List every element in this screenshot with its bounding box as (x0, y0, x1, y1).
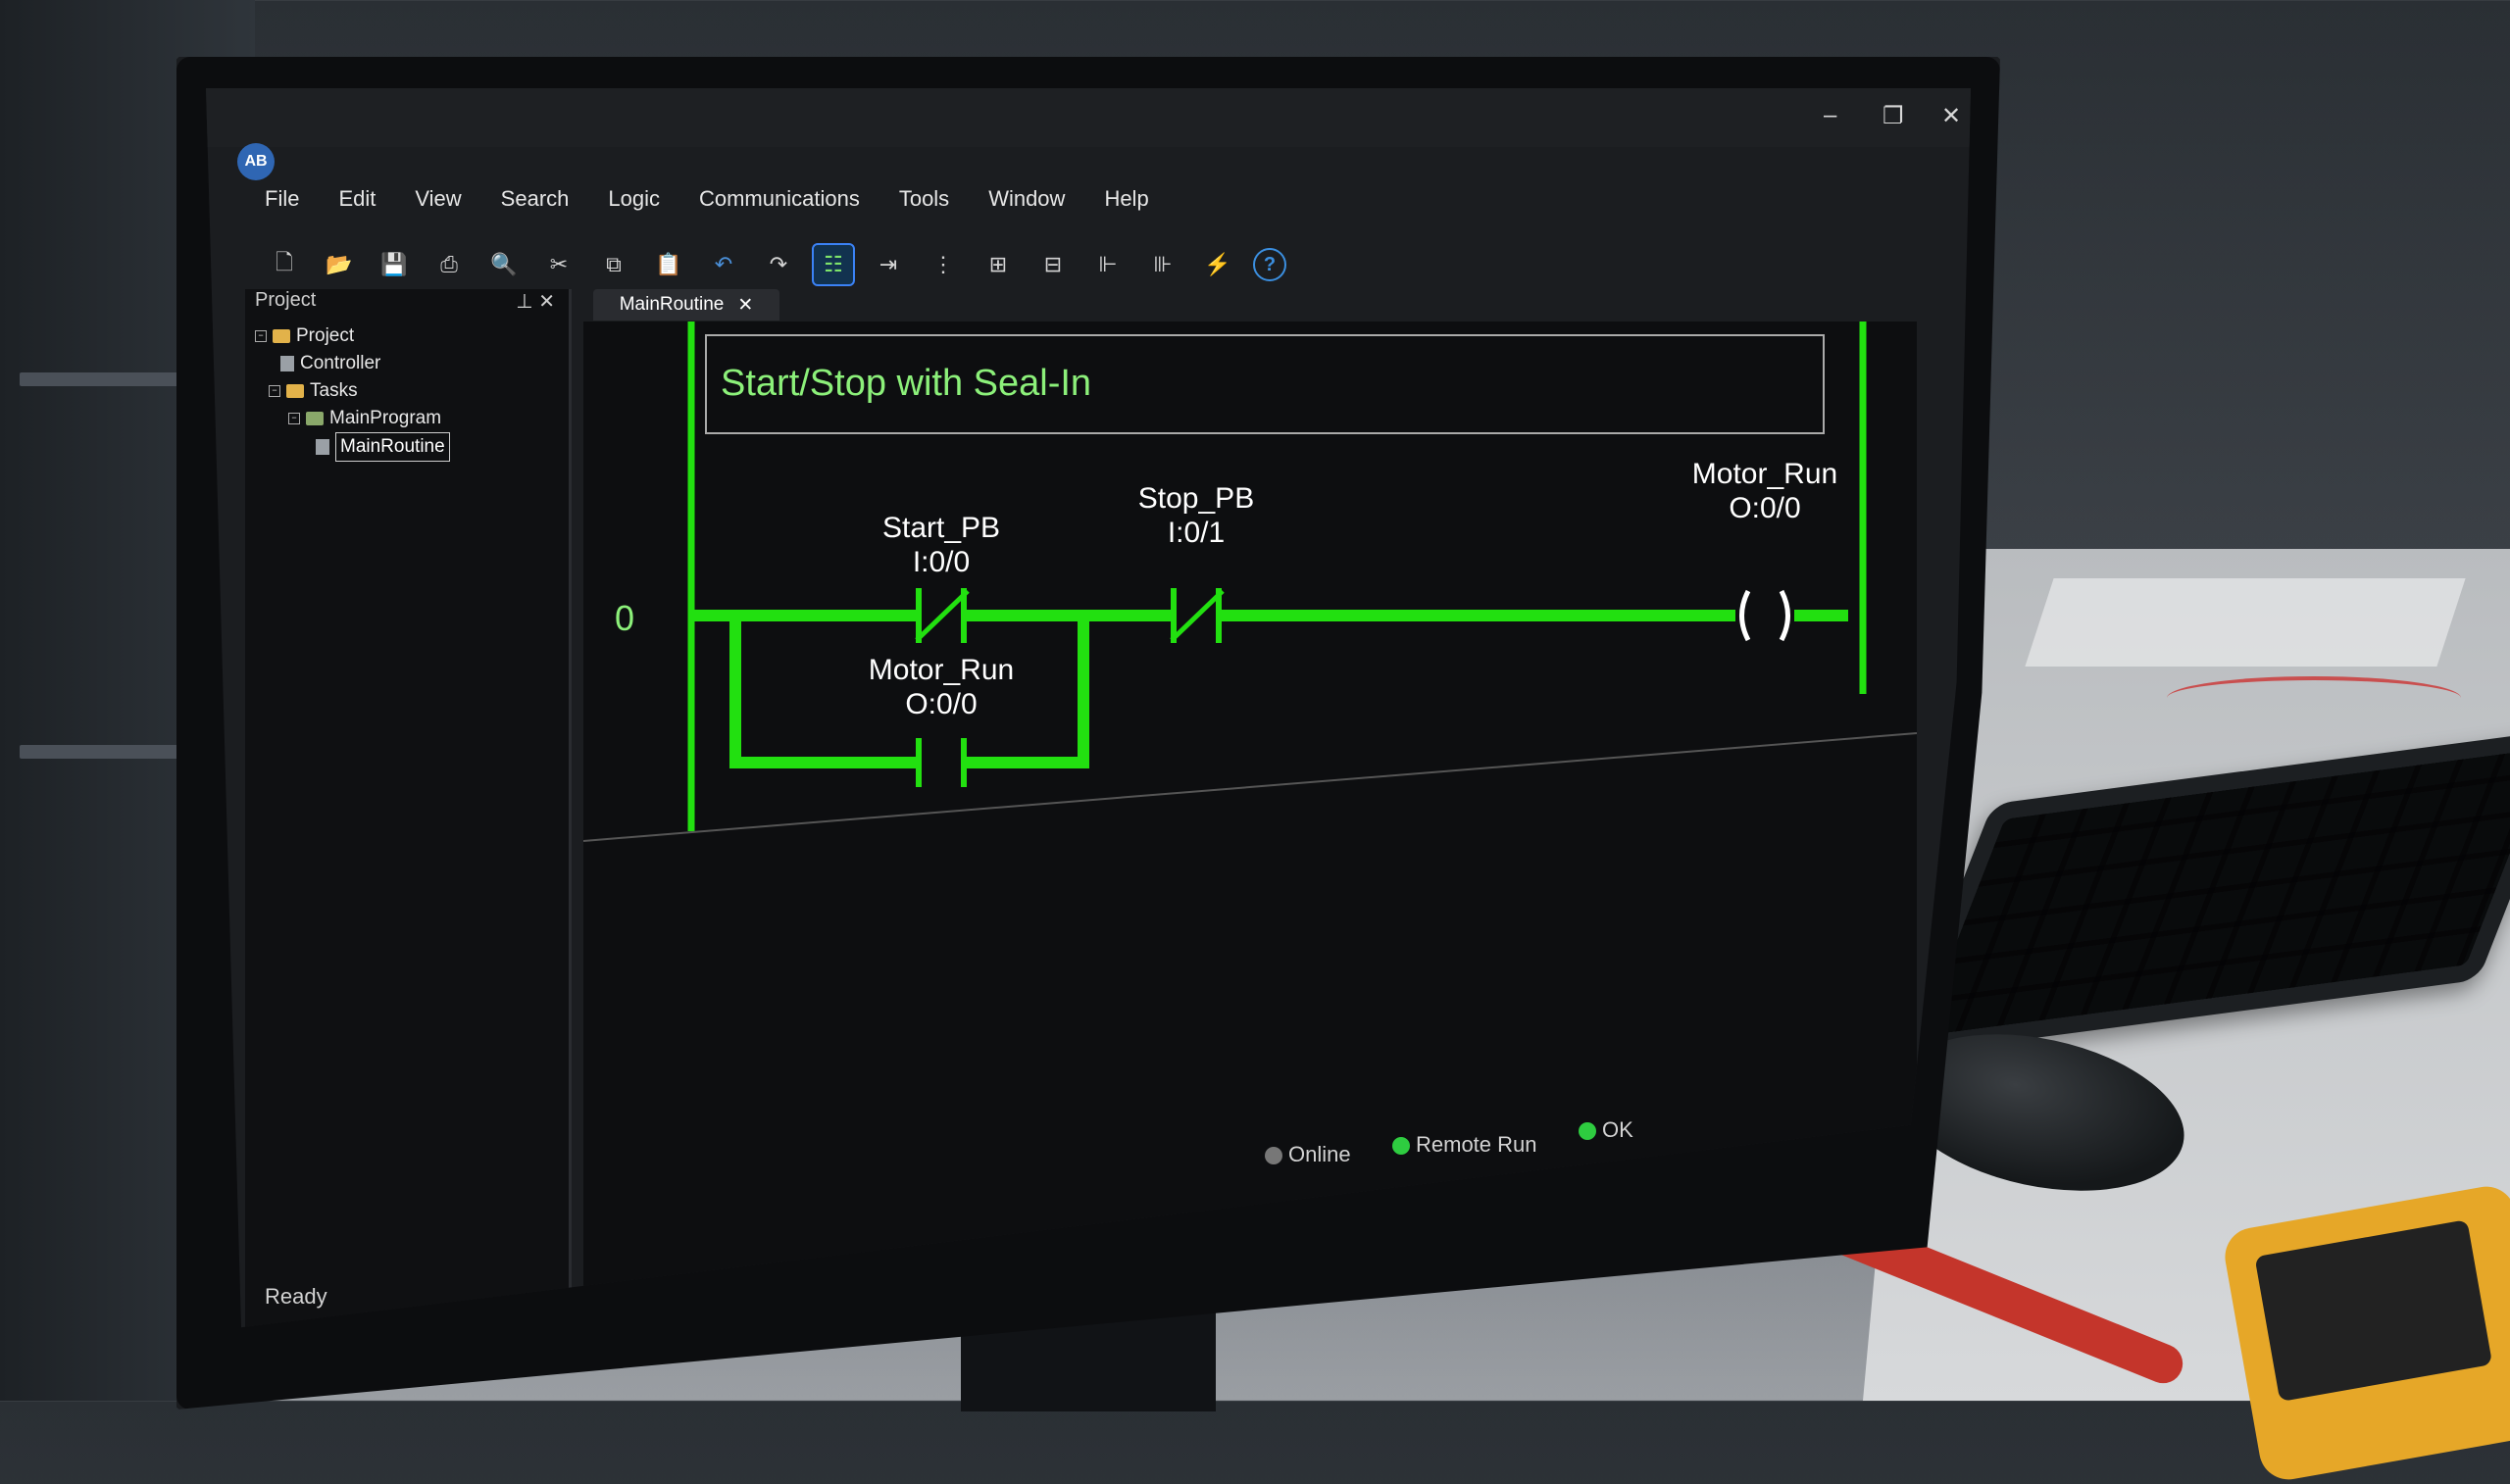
title-bar: – ❐ ✕ (206, 88, 1971, 147)
menu-help[interactable]: Help (1104, 186, 1148, 235)
undo-icon[interactable]: ↶ (704, 245, 743, 284)
contact-icon[interactable]: ⊩ (1088, 245, 1128, 284)
new-icon[interactable]: 🗋 (265, 245, 304, 284)
tab-close-icon[interactable]: ✕ (737, 294, 753, 317)
tree-item-mainprogram[interactable]: − MainProgram (288, 405, 450, 432)
restore-button[interactable]: ❐ (1882, 102, 1904, 130)
print-icon[interactable]: ⎙ (429, 245, 469, 284)
status-online: Online (1265, 1142, 1351, 1167)
paste-icon[interactable]: 📋 (649, 245, 688, 284)
menu-window[interactable]: Window (988, 186, 1065, 235)
routine-icon (316, 439, 329, 455)
status-ok: OK (1579, 1117, 1633, 1143)
menu-tools[interactable]: Tools (899, 186, 949, 235)
online-icon[interactable]: ⚡ (1198, 245, 1237, 284)
outline-icon[interactable]: ⋮ (924, 245, 963, 284)
rung-comment: Start/Stop with Seal-In (721, 363, 1091, 404)
paper-sheet (2025, 578, 2466, 667)
collapse-icon[interactable]: − (269, 385, 280, 397)
collapse-icon[interactable]: − (255, 330, 267, 342)
help-icon[interactable]: ? (1253, 248, 1286, 281)
seal-branch-left (729, 616, 917, 768)
menu-communications[interactable]: Communications (699, 186, 860, 235)
coil-icon[interactable]: ⊪ (1143, 245, 1182, 284)
seal-branch-right (966, 616, 1089, 768)
ok-indicator-icon (1579, 1122, 1596, 1141)
menu-view[interactable]: View (415, 186, 461, 235)
tab-mainroutine[interactable]: MainRoutine ✕ (593, 289, 779, 321)
status-ready: Ready (265, 1284, 327, 1309)
collapse-icon[interactable]: − (288, 413, 300, 424)
menu-edit[interactable]: Edit (338, 186, 376, 235)
ladder-view-icon[interactable]: ☷ (812, 243, 855, 286)
controller-icon (280, 356, 294, 371)
tree-item-controller[interactable]: Controller (280, 350, 450, 377)
indent-icon[interactable]: ⇥ (869, 245, 908, 284)
menu-file[interactable]: File (265, 186, 299, 235)
tab-label: MainRoutine (619, 294, 725, 315)
menu-bar: File Edit View Search Logic Communicatio… (265, 186, 1149, 235)
coil-tag: Motor_Run (1692, 458, 1837, 490)
save-icon[interactable]: 💾 (375, 245, 414, 284)
stop-address: I:0/1 (1168, 517, 1225, 549)
rung-number: 0 (615, 598, 634, 638)
status-remote-run: Remote Run (1392, 1132, 1537, 1158)
pane-controls[interactable]: ⊥ ✕ (516, 289, 555, 314)
folder-icon (273, 329, 290, 343)
seal-address: O:0/0 (905, 688, 977, 720)
tree-item-project[interactable]: − Project (255, 322, 450, 350)
coil-address: O:0/0 (1729, 492, 1800, 524)
folder-icon (286, 384, 304, 398)
app-logo: AB (237, 143, 275, 180)
multimeter (2220, 1181, 2510, 1484)
rung-separator (582, 732, 1918, 842)
start-address: I:0/0 (913, 546, 970, 578)
stop-tag: Stop_PB (1138, 482, 1254, 515)
tree-item-mainroutine[interactable]: MainRoutine (316, 432, 450, 462)
branch-icon[interactable]: ⊟ (1033, 245, 1073, 284)
close-button[interactable]: ✕ (1941, 102, 1961, 130)
project-pane: Project ⊥ ✕ − Project Controller − Tasks −… (245, 289, 572, 1328)
project-pane-title: Project (255, 289, 317, 311)
cables (2167, 676, 2461, 719)
minimize-button[interactable]: – (1824, 102, 1836, 129)
open-icon[interactable]: 📂 (320, 245, 359, 284)
seal-tag: Motor_Run (869, 654, 1014, 686)
cut-icon[interactable]: ✂ (539, 245, 578, 284)
rung-icon[interactable]: ⊞ (979, 245, 1018, 284)
toolbar: 🗋 📂 💾 ⎙ 🔍 ✂ ⧉ 📋 ↶ ↷ ☷ ⇥ ⋮ ⊞ ⊟ ⊩ ⊪ ⚡ ? (265, 235, 1471, 294)
menu-logic[interactable]: Logic (608, 186, 660, 235)
program-icon (306, 412, 324, 425)
copy-icon[interactable]: ⧉ (594, 245, 633, 284)
print-preview-icon[interactable]: 🔍 (484, 245, 524, 284)
run-indicator-icon (1392, 1137, 1410, 1156)
online-indicator-icon (1265, 1147, 1282, 1165)
project-tree: − Project Controller − Tasks − MainProgram … (255, 322, 450, 462)
redo-icon[interactable]: ↷ (759, 245, 798, 284)
menu-search[interactable]: Search (501, 186, 570, 235)
start-tag: Start_PB (882, 512, 1000, 544)
tree-item-tasks[interactable]: − Tasks (269, 377, 450, 405)
